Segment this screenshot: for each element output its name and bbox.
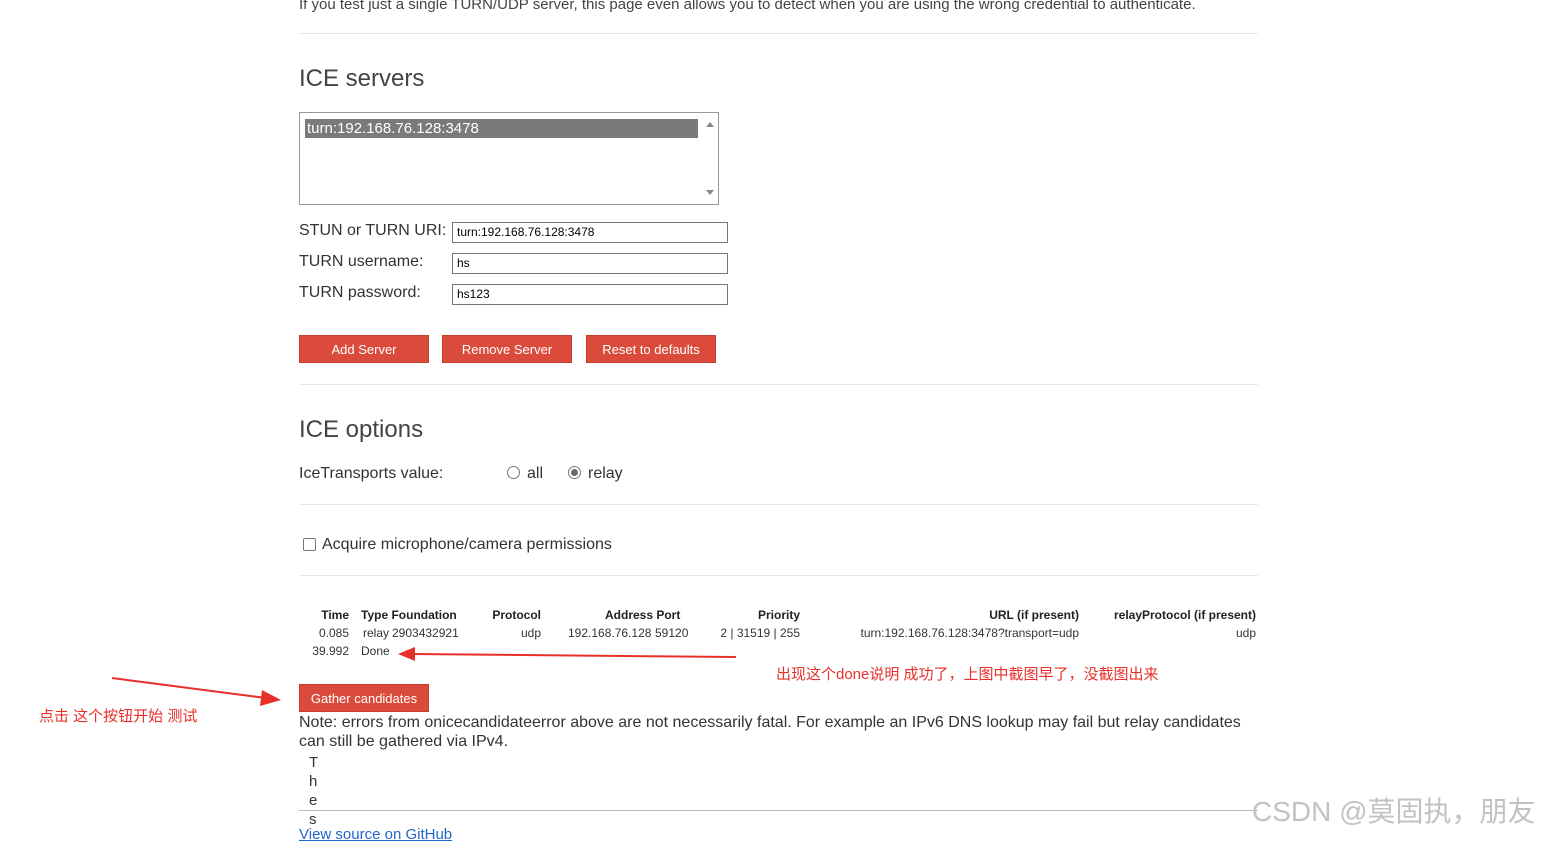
- arrow-to-done: [398, 647, 737, 661]
- annotation-arrows: [111, 647, 737, 706]
- annotation-right: 出现这个done说明 成功了，上图中截图早了，没截图出来: [776, 666, 1159, 683]
- watermark: CSDN @莫固执，朋友: [1252, 796, 1536, 827]
- annotation-left: 点击 这个按钮开始 测试: [39, 708, 198, 725]
- arrow-to-gather-button: [111, 677, 281, 706]
